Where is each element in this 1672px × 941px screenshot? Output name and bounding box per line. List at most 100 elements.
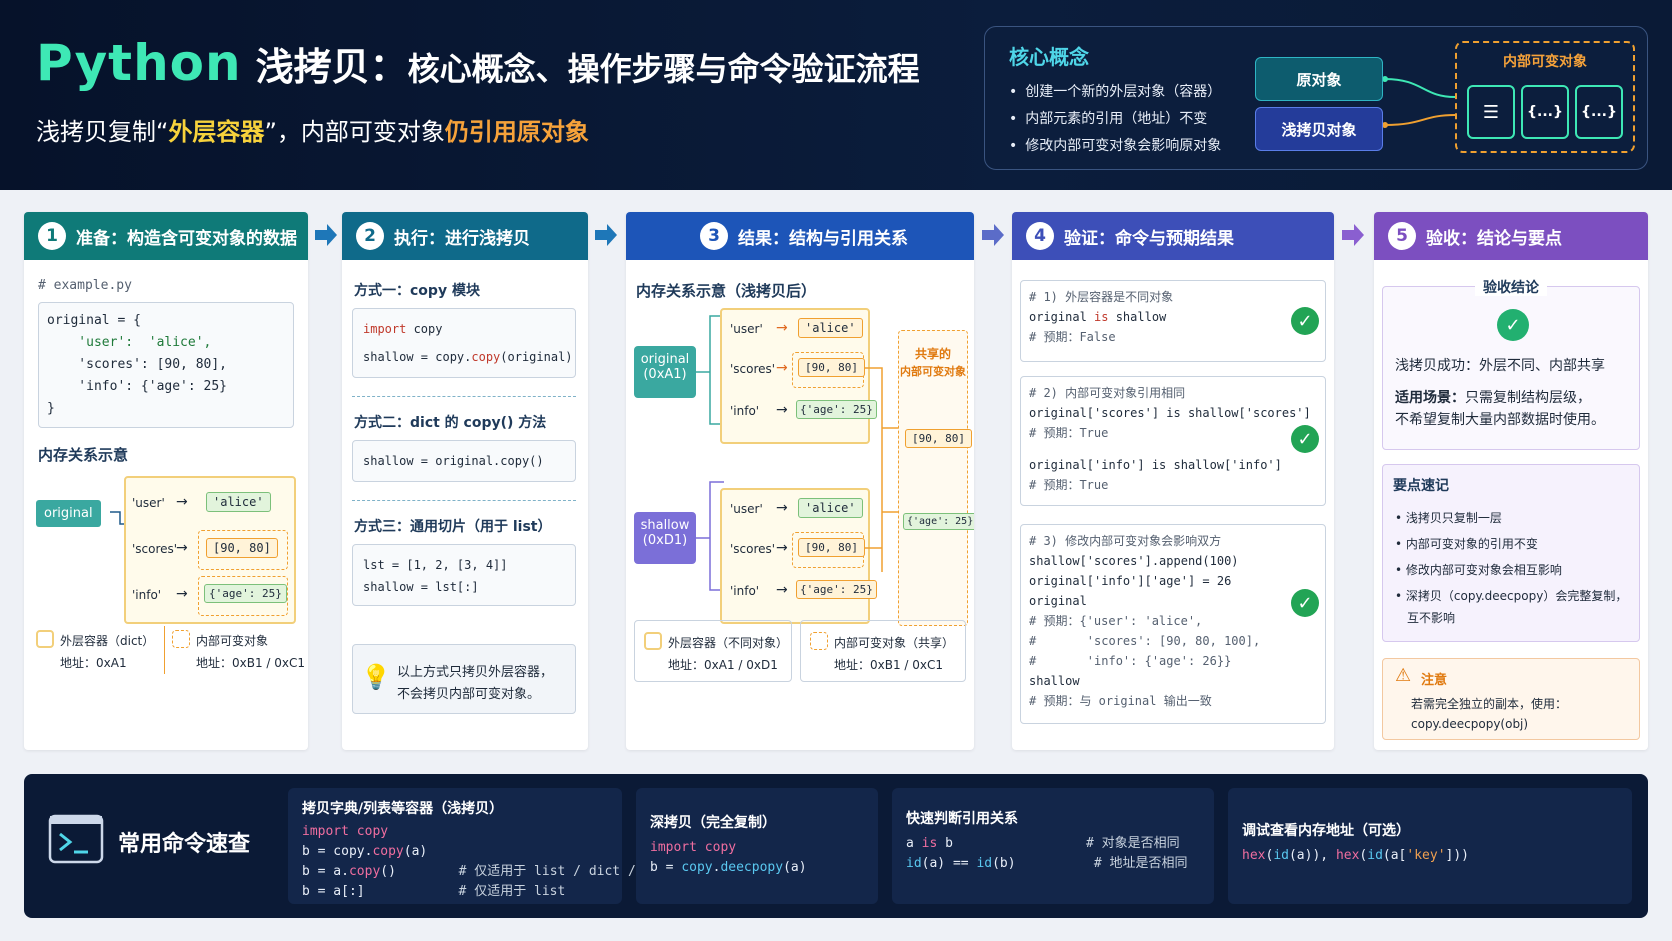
panel-title: 执行：进行浅拷贝 [394, 228, 530, 249]
legend-outer-addr: 地址：0xA1 [60, 656, 127, 670]
method-2-title: 方式二：dict 的 copy() 方法 [354, 415, 547, 431]
dict-key: 'user' [132, 496, 165, 510]
card-code: a is b # 对象是否相同 id(a) == id(b) # 地址是否相同 [906, 836, 1188, 871]
code-block: import copy shallow = copy.copy(original… [352, 308, 576, 378]
legend-outer-label: 外层容器（不同对象） [668, 636, 789, 650]
subtitle-d: 仍引用原对象 [444, 118, 589, 146]
legend-outer-label: 外层容器（dict） [60, 634, 155, 648]
conclusion-card: 验收结论 ✓ 浅拷贝成功：外层不同、内部共享 适用场景：只需复制结构层级， 不希… [1382, 280, 1640, 450]
scene-text: 适用场景：只需复制结构层级， [1395, 390, 1591, 406]
command-cheatsheet: 常用命令速查 拷贝字典/列表等容器（浅拷贝） import copy b = c… [24, 774, 1648, 918]
arrow-icon: → [176, 494, 188, 510]
lightbulb-icon: 💡 [361, 663, 391, 691]
check-icon: ✓ [1497, 309, 1529, 341]
code-line: 'scores': [90, 80], [47, 357, 228, 372]
card-code: import copy b = copy.deecpopy(a) [650, 840, 807, 875]
code-line: } [47, 401, 55, 416]
panel-header: 3 结果：结构与引用关系 [626, 212, 974, 260]
code-block: lst = [1, 2, [3, 4]] shallow = lst[:] [352, 544, 576, 606]
arrow-icon: → [776, 402, 788, 418]
title-main: 浅拷贝： [255, 45, 408, 89]
step-number: 2 [356, 222, 384, 250]
card-title: 快速判断引用关系 [906, 811, 1018, 827]
warning-code: copy.deecpopy(obj) [1411, 717, 1529, 731]
legend-outer-swatch [644, 632, 662, 650]
shared-list: [90, 80] [905, 429, 972, 448]
legend-inner-swatch [172, 630, 190, 648]
code-block: original = { 'user': 'alice', 'scores': … [38, 302, 294, 428]
card-code: hex(id(a)), hex(id(a['key'])) [1242, 848, 1470, 863]
code-line: shallow = copy.copy(original) [363, 350, 573, 364]
code-line: lst = [1, 2, [3, 4]] [363, 558, 508, 572]
subtitle-b: 外层容器 [168, 118, 265, 146]
step-arrow-icon [982, 224, 1004, 246]
tip-item: 互不影响 [1407, 611, 1456, 625]
shallow-object-box: 浅拷贝对象 [1255, 107, 1383, 151]
arrow-icon: → [776, 360, 788, 376]
dict-value: 'alice' [798, 318, 863, 338]
shared-dict: {'age': 25} [903, 513, 974, 530]
code-line: shallow = lst[:] [363, 580, 479, 594]
cheatsheet-title: 常用命令速查 [118, 832, 251, 857]
arrow-icon: → [176, 586, 188, 602]
dict-key: 'scores' [132, 542, 178, 556]
list-icon: ☰ [1467, 85, 1515, 139]
note-box: 💡 以上方式只拷贝外层容器， 不会拷贝内部可变对象。 [352, 644, 576, 714]
concept-item: 修改内部可变对象会影响原对象 [1009, 133, 1221, 160]
warning-title: 注意 [1421, 673, 1448, 688]
legend-inner-swatch [810, 632, 828, 650]
verify-block-1: # 1) 外层容器是不同对象 original is shallow # 预期：… [1020, 280, 1326, 362]
concept-connector-icon [1383, 76, 1456, 128]
conclusion-title: 验收结论 [1475, 280, 1547, 296]
check-icon: ✓ [1291, 307, 1319, 335]
cheat-card-identity: 快速判断引用关系 a is b # 对象是否相同 id(a) == id(b) … [892, 788, 1214, 904]
tip-item: • 深拷贝（copy.deecpopy）会完整复制， [1395, 589, 1628, 603]
dict-value: [90, 80] [798, 358, 865, 377]
concept-title: 核心概念 [1009, 45, 1089, 69]
code-line: 'info': {'age': 25} [47, 379, 228, 394]
card-title: 深拷贝（完全复制） [650, 815, 776, 831]
method-3-title: 方式三：通用切片（用于 list） [354, 519, 552, 535]
verify-block-2: # 2) 内部可变对象引用相同 original['scores'] is sh… [1020, 376, 1326, 506]
original-var: original (0xA1) [634, 346, 696, 398]
dict-icon: {...} [1521, 85, 1569, 139]
memory-title: 内存关系示意（浅拷贝后） [636, 282, 817, 300]
card-code: import copy b = copy.copy(a) b = a.copy(… [302, 824, 668, 899]
panel-title: 结果：结构与引用关系 [738, 228, 908, 249]
panel-result: 3 结果：结构与引用关系 内存关系示意（浅拷贝后） original (0xA1)… [626, 212, 974, 750]
tips-title: 要点速记 [1393, 478, 1449, 494]
code-line: import copy [363, 322, 443, 336]
legend-inner-addr: 地址：0xB1 / 0xC1 [196, 656, 306, 670]
title-python: Python [36, 34, 242, 92]
panel-header: 5 验收：结论与要点 [1374, 212, 1648, 260]
dict-key: 'user' [730, 322, 763, 336]
cheat-card-debug: 调试查看内存地址（可选） hex(id(a)), hex(id(a['key']… [1228, 788, 1632, 904]
code-line: original = { [47, 313, 141, 328]
terminal-icon [48, 814, 104, 864]
inner-mutable-box: 内部可变对象 ☰ {...} {...} [1455, 41, 1635, 153]
original-var: original [36, 500, 101, 527]
code-line: 'user': 'alice', [47, 335, 212, 350]
dict-value: 'alice' [798, 498, 863, 518]
tips-card: 要点速记 • 浅拷贝只复制一层 • 内部可变对象的引用不变 • 修改内部可变对象… [1382, 464, 1640, 642]
legend-outer-addr: 地址：0xA1 / 0xD1 [668, 658, 778, 672]
original-object-box: 原对象 [1255, 57, 1383, 101]
step-number: 5 [1388, 222, 1416, 250]
dict-key: 'user' [730, 502, 763, 516]
legend-divider [164, 626, 165, 674]
verify-block-3: # 3) 修改内部可变对象会影响双方 shallow['scores'].app… [1020, 524, 1326, 724]
divider [352, 396, 576, 397]
warning-card: ⚠ 注意 若需完全独立的副本，使用： copy.deecpopy(obj) [1382, 658, 1640, 740]
method-1-title: 方式一：copy 模块 [354, 283, 480, 299]
scene-text: 不希望复制大量内部数据时使用。 [1395, 412, 1605, 428]
concept-card: 核心概念 创建一个新的外层对象（容器） 内部元素的引用（地址）不变 修改内部可变… [984, 26, 1648, 170]
subtitle-a: 浅拷贝复制“ [36, 118, 169, 146]
tip-item: • 浅拷贝只复制一层 [1395, 511, 1502, 525]
legend-inner-addr: 地址：0xB1 / 0xC1 [834, 658, 944, 672]
panel-verify: 4 验证：命令与预期结果 # 1) 外层容器是不同对象 original is … [1012, 212, 1334, 750]
dict-key: 'info' [730, 584, 760, 598]
arrow-icon: → [776, 320, 788, 336]
memory-title: 内存关系示意 [38, 446, 129, 464]
shared-title: 共享的 [914, 347, 951, 361]
dict-key: 'info' [132, 588, 162, 602]
